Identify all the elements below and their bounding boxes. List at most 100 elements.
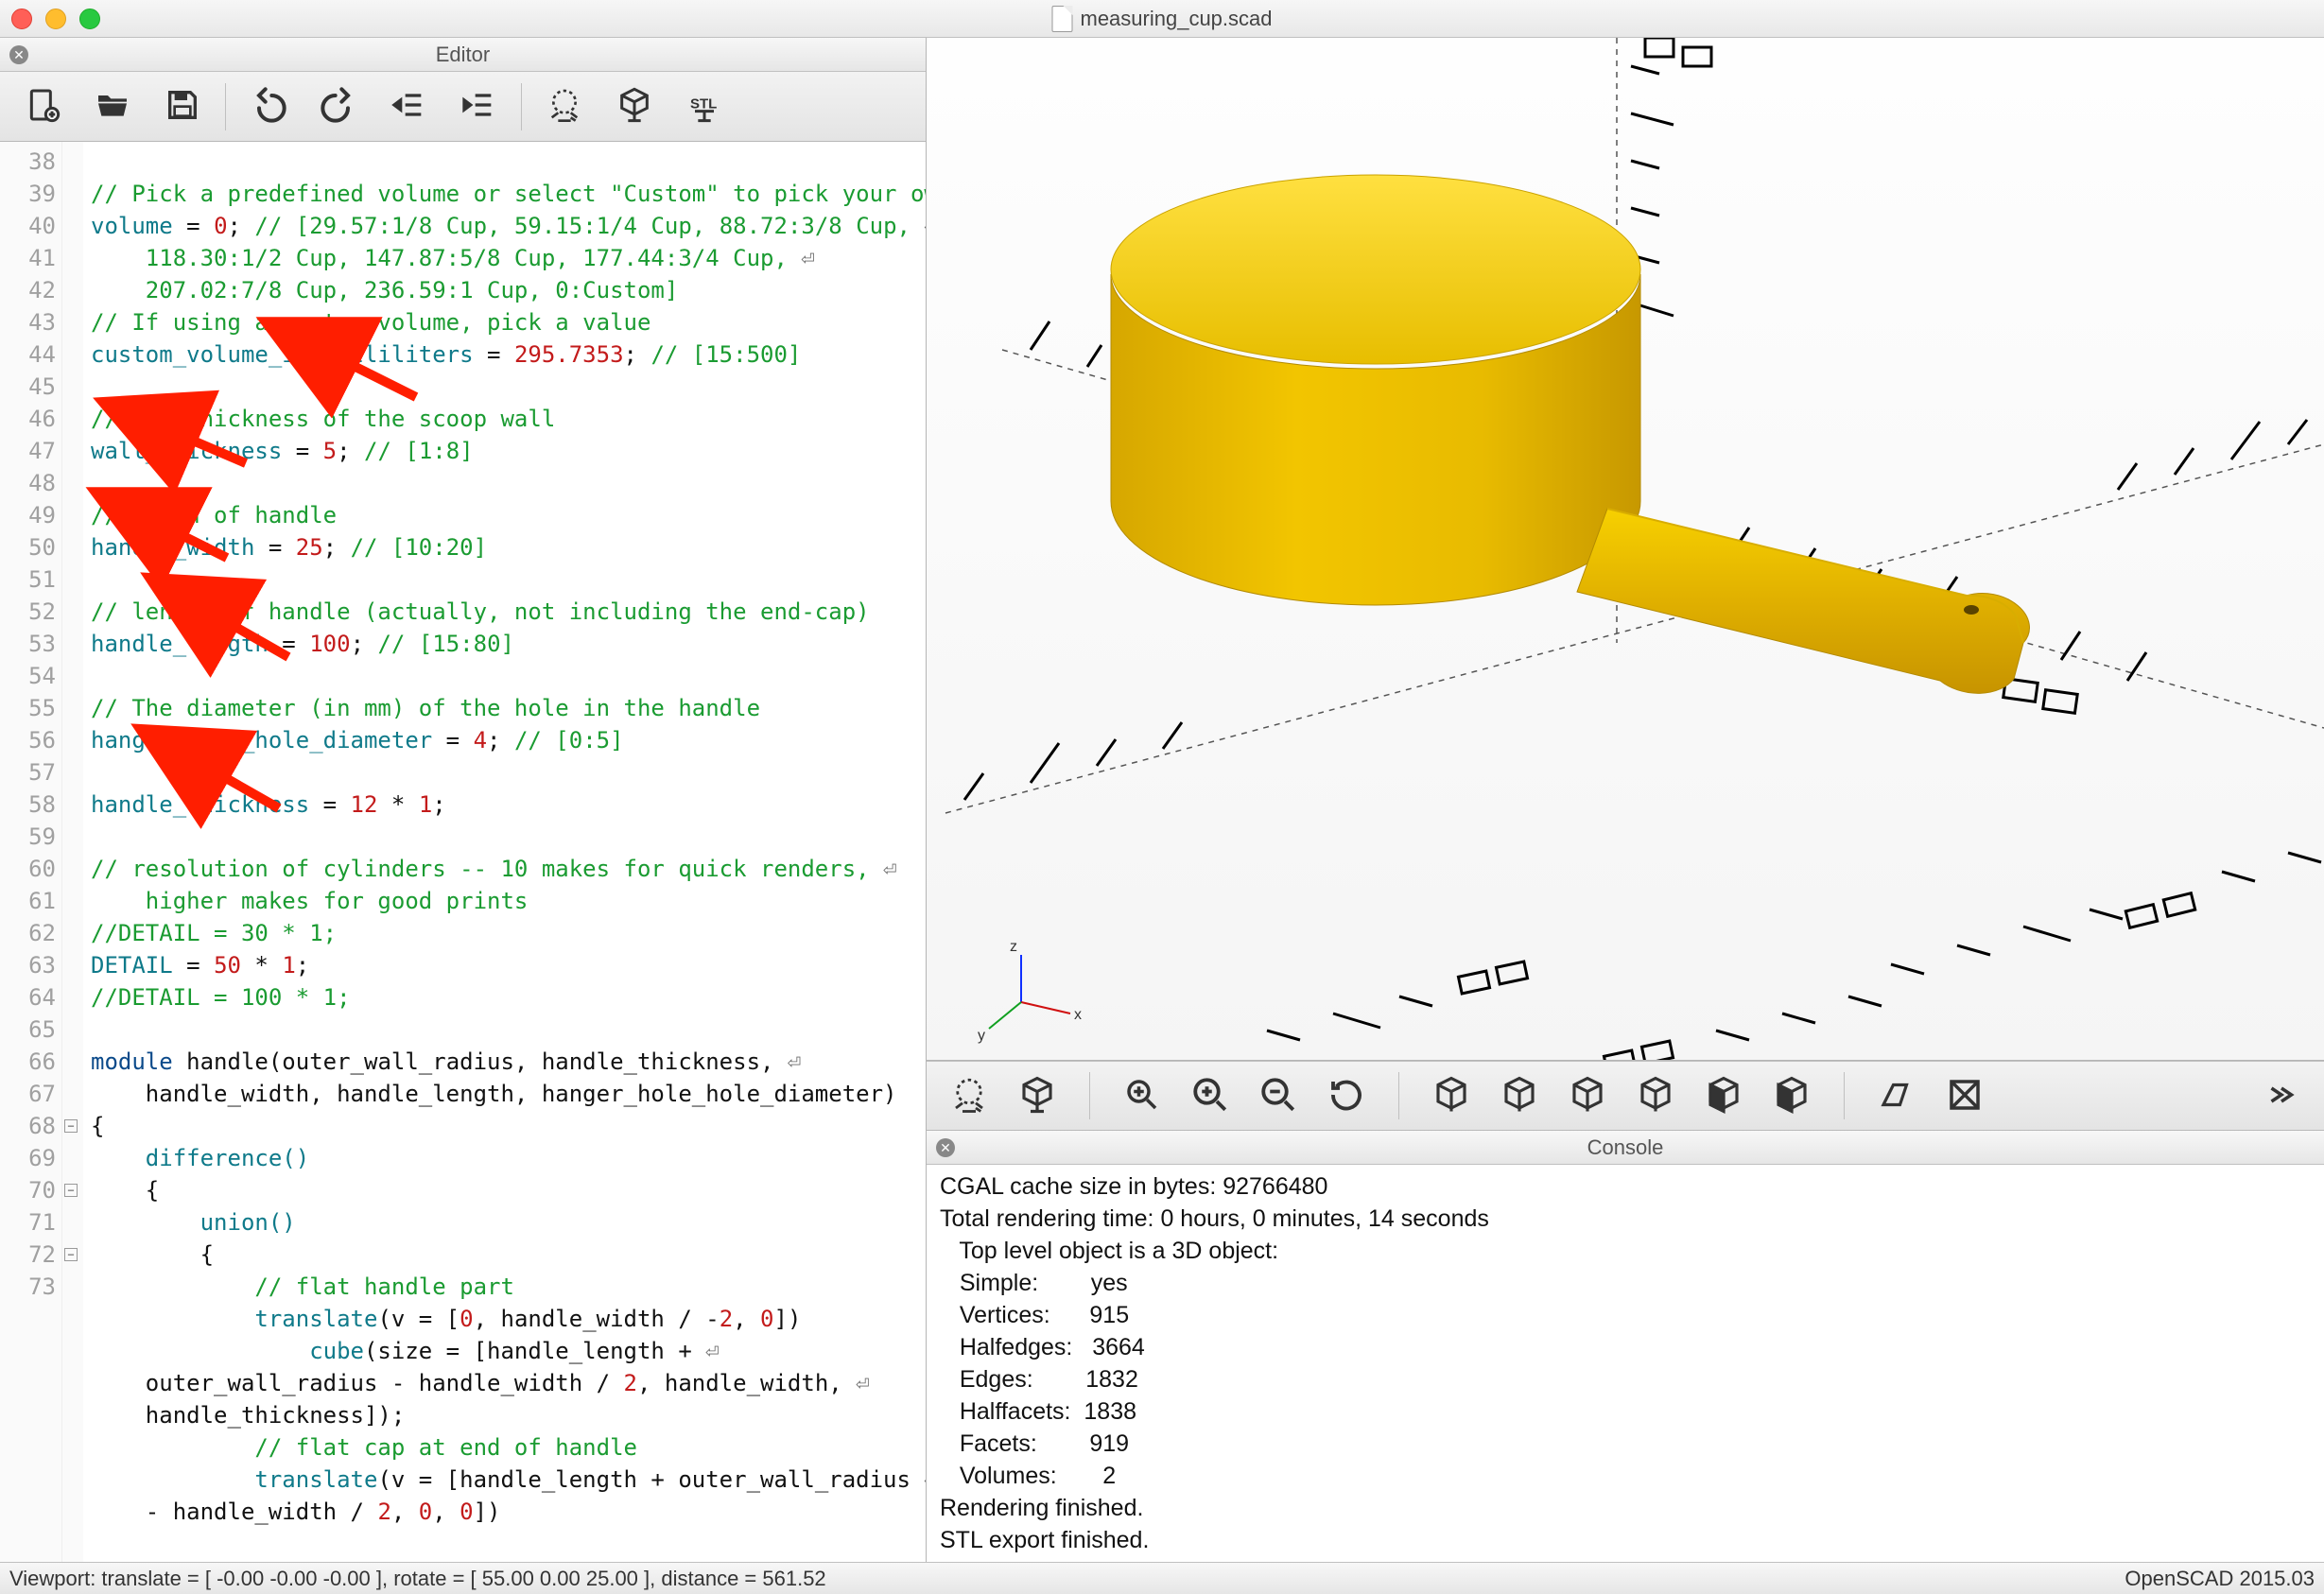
perspective-button[interactable]: [1871, 1070, 1922, 1121]
back-button[interactable]: [1766, 1070, 1817, 1121]
code-line[interactable]: [91, 660, 926, 692]
code-line[interactable]: [91, 756, 926, 788]
code-line[interactable]: custom_volume_in_milliliters = 295.7353;…: [91, 338, 926, 371]
code-line[interactable]: handle_width, handle_length, hanger_hole…: [91, 1078, 926, 1110]
outdent-button[interactable]: [375, 78, 442, 135]
redo-icon: [320, 86, 357, 127]
stl-icon: STL: [685, 86, 723, 127]
console-output[interactable]: CGAL cache size in bytes: 92766480Total …: [927, 1165, 2324, 1562]
code-line[interactable]: //DETAIL = 100 * 1;: [91, 981, 926, 1014]
window-title: measuring_cup.scad: [1051, 6, 1272, 32]
front-button[interactable]: [1698, 1070, 1749, 1121]
redo-button[interactable]: [305, 78, 372, 135]
code-line[interactable]: hanger_hole_hole_diameter = 4; // [0:5]: [91, 724, 926, 756]
render-button[interactable]: [1012, 1070, 1063, 1121]
open-button[interactable]: [79, 78, 146, 135]
code-line[interactable]: [91, 1014, 926, 1046]
code-line[interactable]: translate(v = [0, handle_width / -2, 0]): [91, 1303, 926, 1335]
new-button[interactable]: [9, 78, 76, 135]
code-line[interactable]: 207.02:7/8 Cup, 236.59:1 Cup, 0:Custom]: [91, 274, 926, 306]
editor-toolbar: STL: [0, 72, 926, 142]
code-line[interactable]: handle_thickness = 12 * 1;: [91, 788, 926, 821]
code-line[interactable]: {: [91, 1174, 926, 1206]
bottom-button[interactable]: [1494, 1070, 1545, 1121]
code-line[interactable]: //DETAIL = 30 * 1;: [91, 917, 926, 949]
save-button[interactable]: [149, 78, 216, 135]
code-line[interactable]: handle_thickness]);: [91, 1399, 926, 1431]
code-line[interactable]: volume = 0; // [29.57:1/8 Cup, 59.15:1/4…: [91, 210, 926, 242]
render-button[interactable]: [601, 78, 668, 135]
code-line[interactable]: wall_thickness = 5; // [1:8]: [91, 435, 926, 467]
left-button[interactable]: [1562, 1070, 1613, 1121]
ortho-icon: [1945, 1075, 1985, 1118]
code-line[interactable]: difference(): [91, 1142, 926, 1174]
new-icon: [24, 86, 61, 127]
code-line[interactable]: // resolution of cylinders -- 10 makes f…: [91, 853, 926, 885]
zoom-out-button[interactable]: [1253, 1070, 1304, 1121]
separator: [521, 83, 522, 130]
code-line[interactable]: union(): [91, 1206, 926, 1239]
code-line[interactable]: [91, 563, 926, 596]
zoom-window-button[interactable]: [79, 9, 100, 29]
preview-icon: [949, 1075, 989, 1118]
status-viewport-info: Viewport: translate = [ -0.00 -0.00 -0.0…: [9, 1567, 826, 1591]
console-line: Rendering finished.: [940, 1492, 2311, 1524]
right-pane: z x y ✕ Console CGAL cache size in bytes…: [927, 38, 2324, 1562]
close-console-icon[interactable]: ✕: [936, 1138, 955, 1157]
close-panel-icon[interactable]: ✕: [9, 45, 28, 64]
code-line[interactable]: handle_width = 25; // [10:20]: [91, 531, 926, 563]
bottom-icon: [1500, 1075, 1539, 1118]
code-line[interactable]: // flat handle part: [91, 1271, 926, 1303]
top-button[interactable]: [1426, 1070, 1477, 1121]
code-line[interactable]: {: [91, 1239, 926, 1271]
code-line[interactable]: // The diameter (in mm) of the hole in t…: [91, 692, 926, 724]
svg-text:z: z: [1010, 939, 1017, 955]
code-line[interactable]: // Pick a predefined volume or select "C…: [91, 178, 926, 210]
viewport-toolbar: [927, 1061, 2324, 1131]
zoom-in-icon: [1190, 1075, 1230, 1118]
code-line[interactable]: // The thickness of the scoop wall: [91, 403, 926, 435]
render-icon: [616, 86, 653, 127]
indent-button[interactable]: [445, 78, 512, 135]
code-line[interactable]: 118.30:1/2 Cup, 147.87:5/8 Cup, 177.44:3…: [91, 242, 926, 274]
code-line[interactable]: higher makes for good prints: [91, 885, 926, 917]
code-line[interactable]: [91, 467, 926, 499]
indent-icon: [460, 86, 497, 127]
app-window: measuring_cup.scad ✕ Editor STL 38394041…: [0, 0, 2324, 1594]
zoom-in-button[interactable]: [1185, 1070, 1236, 1121]
console-pane: ✕ Console CGAL cache size in bytes: 9276…: [927, 1131, 2324, 1562]
code-line[interactable]: // flat cap at end of handle: [91, 1431, 926, 1464]
code-line[interactable]: // If using a custom volume, pick a valu…: [91, 306, 926, 338]
stl-button[interactable]: STL: [671, 78, 737, 135]
code-line[interactable]: handle_length = 100; // [15:80]: [91, 628, 926, 660]
code-line[interactable]: // width of handle: [91, 499, 926, 531]
code-line[interactable]: {: [91, 1110, 926, 1142]
code-line[interactable]: translate(v = [handle_length + outer_wal…: [91, 1464, 926, 1496]
console-line: Facets: 919: [940, 1428, 2311, 1460]
undo-button[interactable]: [235, 78, 302, 135]
preview-button[interactable]: [944, 1070, 995, 1121]
3d-viewport[interactable]: z x y: [927, 38, 2324, 1061]
minimize-window-button[interactable]: [45, 9, 66, 29]
zoom-fit-button[interactable]: [1117, 1070, 1168, 1121]
code-line[interactable]: module handle(outer_wall_radius, handle_…: [91, 1046, 926, 1078]
code-editor[interactable]: 3839404142434445464748495051525354555657…: [0, 142, 926, 1562]
close-window-button[interactable]: [11, 9, 32, 29]
perspective-icon: [1877, 1075, 1916, 1118]
zoom-fit-icon: [1122, 1075, 1162, 1118]
code-line[interactable]: outer_wall_radius - handle_width / 2, ha…: [91, 1367, 926, 1399]
preview-button[interactable]: [531, 78, 598, 135]
code-line[interactable]: cube(size = [handle_length + ⏎: [91, 1335, 926, 1367]
reset-button[interactable]: [1321, 1070, 1372, 1121]
console-line: Total rendering time: 0 hours, 0 minutes…: [940, 1203, 2311, 1235]
code-line[interactable]: - handle_width / 2, 0, 0]): [91, 1496, 926, 1528]
code-line[interactable]: DETAIL = 50 * 1;: [91, 949, 926, 981]
overflow-button[interactable]: [2256, 1070, 2307, 1121]
ortho-button[interactable]: [1939, 1070, 1990, 1121]
code-line[interactable]: [91, 146, 926, 178]
code-line[interactable]: [91, 821, 926, 853]
filename: measuring_cup.scad: [1080, 7, 1272, 31]
right-button[interactable]: [1630, 1070, 1681, 1121]
code-line[interactable]: // length of handle (actually, not inclu…: [91, 596, 926, 628]
code-line[interactable]: [91, 371, 926, 403]
